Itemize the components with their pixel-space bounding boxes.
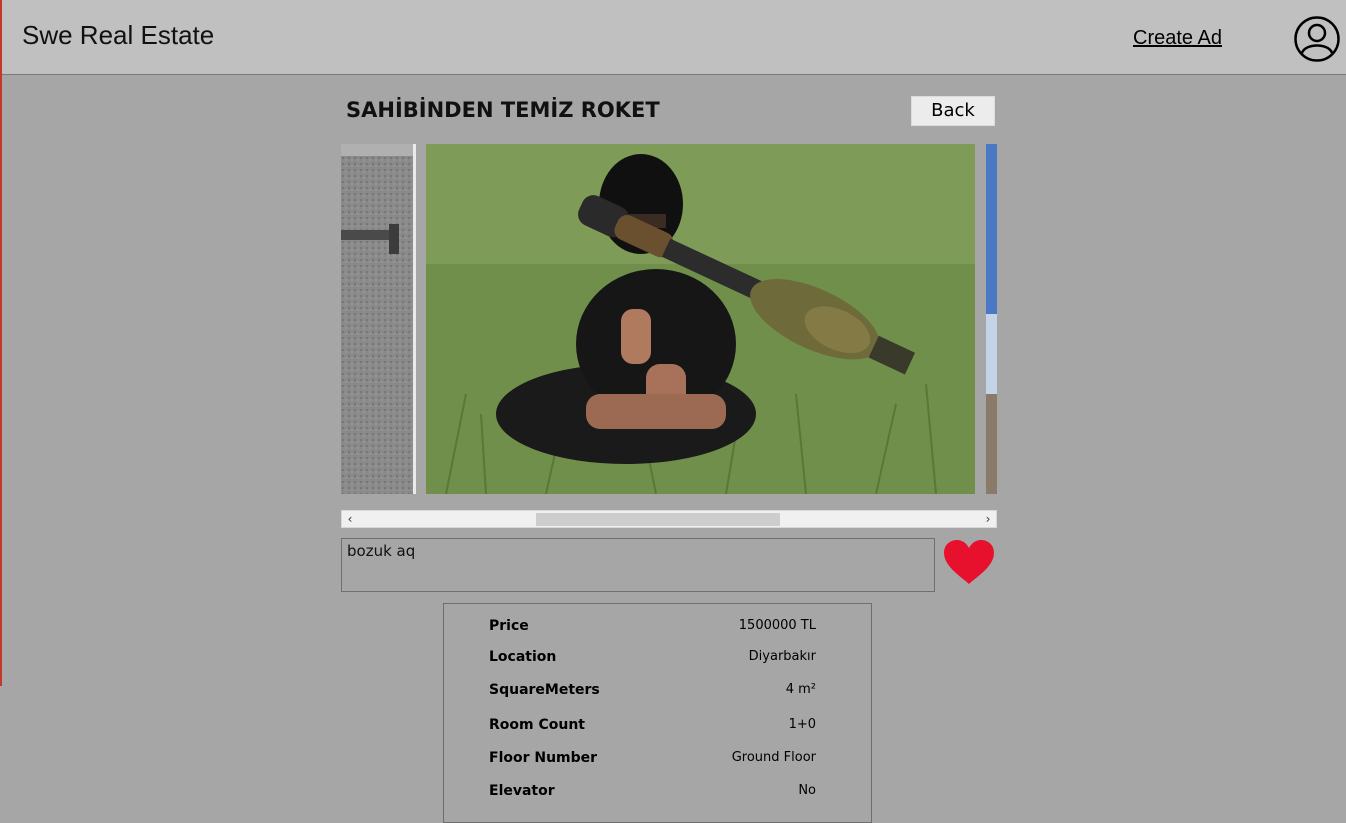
detail-row-location: Location Diyarbakır [444, 649, 873, 673]
detail-label: Location [489, 649, 557, 665]
detail-label: Room Count [489, 717, 585, 733]
detail-label: Floor Number [489, 750, 598, 766]
heart-icon[interactable] [941, 538, 997, 586]
description-box: bozuk aq [341, 538, 935, 592]
scroll-right-icon[interactable]: › [981, 511, 995, 527]
detail-label: SquareMeters [489, 682, 600, 698]
detail-row-elevator: Elevator No [444, 783, 873, 807]
detail-row-floor-number: Floor Number Ground Floor [444, 750, 873, 774]
detail-label: Price [489, 618, 529, 634]
window-edge [0, 0, 2, 686]
ad-title: SAHİBİNDEN TEMİZ ROKET [346, 98, 660, 122]
app-title[interactable]: Swe Real Estate [22, 20, 214, 51]
detail-value: Ground Floor [731, 750, 816, 765]
detail-row-square-meters: SquareMeters 4 m² [444, 682, 873, 706]
gallery-scrollbar[interactable]: ‹ › [341, 510, 997, 528]
image-gallery[interactable] [341, 144, 997, 494]
detail-value: 1500000 TL [738, 618, 816, 633]
detail-value: Diyarbakır [748, 649, 816, 664]
user-circle-icon[interactable] [1293, 15, 1341, 63]
scrollbar-thumb[interactable] [536, 513, 780, 526]
scroll-left-icon[interactable]: ‹ [343, 511, 357, 527]
app-header: Swe Real Estate Create Ad [0, 0, 1346, 75]
create-ad-link[interactable]: Create Ad [1133, 27, 1222, 50]
gallery-image-previous[interactable] [341, 144, 416, 494]
detail-row-room-count: Room Count 1+0 [444, 717, 873, 741]
detail-value: 4 m² [785, 682, 816, 697]
details-panel: Price 1500000 TL Location Diyarbakır Squ… [443, 603, 872, 823]
back-button[interactable]: Back [911, 96, 995, 126]
gallery-image-main[interactable] [426, 144, 975, 494]
description-text: bozuk aq [347, 542, 416, 560]
detail-value: 1+0 [788, 717, 816, 732]
gallery-image-next[interactable] [986, 144, 997, 494]
detail-value: No [798, 783, 816, 798]
detail-row-price: Price 1500000 TL [444, 618, 873, 642]
detail-label: Elevator [489, 783, 555, 799]
